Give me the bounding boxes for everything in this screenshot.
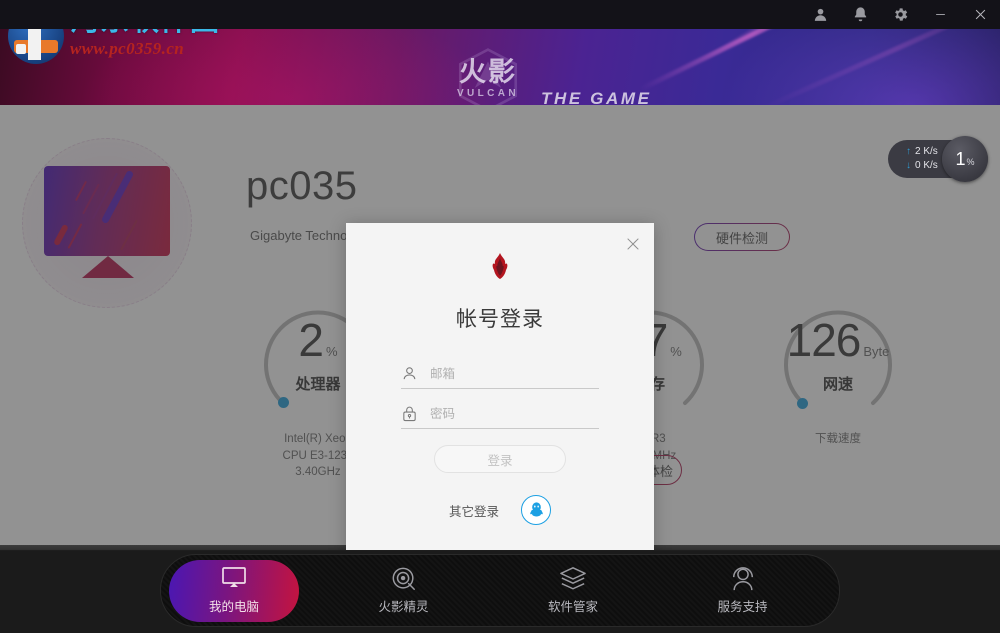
network-float-widget[interactable]: ↑ 2 K/s ↓ 0 K/s 1%: [888, 136, 988, 182]
download-speed-value: 0 K/s: [915, 160, 938, 171]
bottom-bar: 我的电脑 火影精灵 软件管家 服务支持: [0, 550, 1000, 633]
gear-icon[interactable]: [880, 0, 920, 29]
cpu-usage-unit: %: [966, 157, 975, 167]
nav-item-software-manager[interactable]: 软件管家: [508, 560, 638, 622]
banner-tagline: THE GAME: [541, 89, 652, 105]
vulcan-brand-en: VULCAN: [456, 88, 520, 99]
account-icon[interactable]: [800, 0, 840, 29]
other-login-label: 其它登录: [448, 503, 499, 519]
sprite-icon: [392, 567, 415, 590]
password-field-row: [401, 399, 599, 429]
bell-icon[interactable]: [840, 0, 880, 29]
vulcan-logo: 火影 VULCAN: [448, 59, 528, 99]
upload-speed-row: ↑ 2 K/s: [906, 145, 938, 160]
layers-icon: [560, 567, 586, 590]
close-button[interactable]: [960, 0, 1000, 29]
qq-penguin-icon[interactable]: [521, 495, 551, 525]
user-icon: [403, 367, 416, 380]
cpu-usage-ball[interactable]: 1%: [942, 136, 988, 182]
main-stage: pc035 Gigabyte Technology Co., Ltd. (To …: [0, 105, 1000, 550]
login-title: 帐号登录: [456, 307, 544, 331]
email-field-row: [401, 359, 599, 389]
nav-label: 火影精灵: [378, 599, 429, 614]
login-button[interactable]: 登录: [434, 445, 566, 473]
title-bar: [0, 0, 1000, 29]
download-speed-row: ↓ 0 K/s: [906, 159, 938, 174]
email-input[interactable]: [430, 366, 580, 381]
nav-item-support[interactable]: 服务支持: [678, 560, 808, 622]
network-speed-rows: ↑ 2 K/s ↓ 0 K/s: [906, 145, 938, 174]
minimize-button[interactable]: [920, 0, 960, 29]
login-dialog: 帐号登录 登录 其它登录: [346, 223, 654, 550]
nav-item-my-computer[interactable]: 我的电脑: [169, 559, 299, 622]
nav-label: 我的电脑: [208, 599, 259, 614]
other-login-section: 其它登录: [346, 495, 654, 525]
upload-arrow-icon: ↑: [906, 145, 911, 157]
vulcan-brand-cn: 火影: [459, 57, 517, 88]
download-arrow-icon: ↓: [906, 160, 911, 171]
banner-glow-left: [80, 29, 500, 105]
nav-item-sprite[interactable]: 火影精灵: [339, 560, 469, 622]
upload-speed-value: 2 K/s: [915, 145, 938, 157]
headset-person-icon: [732, 567, 753, 591]
nav-label: 服务支持: [717, 599, 768, 614]
monitor-icon: [222, 567, 246, 587]
window-controls: [800, 0, 1000, 29]
nav-label: 软件管家: [547, 599, 598, 614]
lock-icon: [403, 406, 416, 422]
vulcan-flame-icon: [346, 253, 654, 284]
cpu-usage-value: 1: [955, 149, 966, 169]
navigation-bar: 我的电脑 火影精灵 软件管家 服务支持: [160, 554, 840, 627]
password-input[interactable]: [430, 406, 580, 421]
header-banner: 火影 VULCAN THE GAME: [0, 29, 1000, 105]
application-window: 火影 VULCAN THE GAME 河东软件园 www.pc0359.cn p…: [0, 0, 1000, 633]
